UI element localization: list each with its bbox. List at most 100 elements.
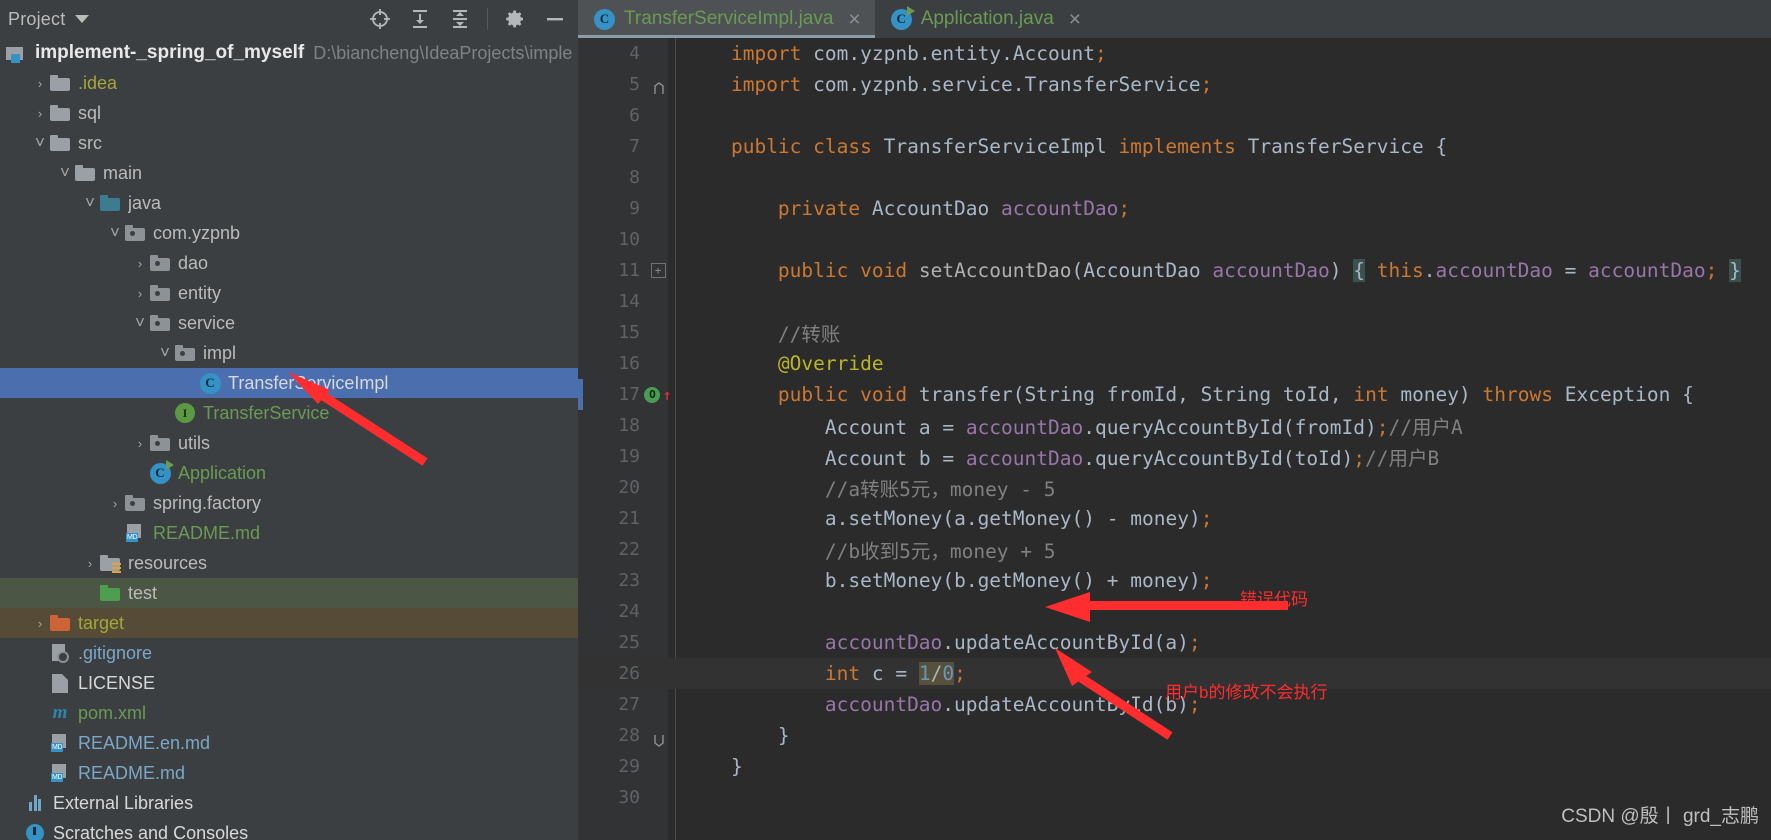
- code-line[interactable]: 11 + public void setAccountDao(AccountDao…: [578, 255, 1771, 286]
- line-number: 26: [618, 663, 640, 684]
- line-number: 9: [629, 198, 640, 219]
- chevron-right-icon[interactable]: ›: [31, 616, 49, 631]
- tree-row-service[interactable]: ˅ service: [0, 308, 578, 338]
- code-line[interactable]: 22 //b收到5元，money + 5: [578, 534, 1771, 565]
- gear-icon[interactable]: [502, 6, 528, 32]
- code-editor[interactable]: 4 import com.yzpnb.entity.Account; 5 impo…: [578, 38, 1771, 840]
- code-line[interactable]: 10: [578, 224, 1771, 255]
- tree-row-entity[interactable]: › entity: [0, 278, 578, 308]
- code-line[interactable]: 17 O ↑ public void transfer(String fromId,…: [578, 379, 1771, 410]
- file-icon: [49, 673, 71, 693]
- code-line[interactable]: 25 accountDao.updateAccountById(a);: [578, 627, 1771, 658]
- tree-row-readme-md[interactable]: MD README.md: [0, 518, 578, 548]
- chevron-right-icon[interactable]: ›: [131, 436, 149, 451]
- project-panel-title[interactable]: Project: [8, 9, 65, 30]
- chevron-right-icon[interactable]: ›: [131, 286, 149, 301]
- code-line[interactable]: 28 }: [578, 720, 1771, 751]
- tree-row-external-libraries[interactable]: External Libraries: [0, 788, 578, 818]
- code-line[interactable]: 7 public class TransferServiceImpl imple…: [578, 131, 1771, 162]
- gutter-marker[interactable]: O ↑: [640, 386, 676, 404]
- fold-region-end-icon[interactable]: [653, 729, 664, 747]
- code-line[interactable]: 21 a.setMoney(a.getMoney() - money);: [578, 503, 1771, 534]
- code-line[interactable]: 16 @Override: [578, 348, 1771, 379]
- code-text: b.setMoney(b.getMoney() + money);: [824, 569, 1213, 592]
- gutter-marker[interactable]: [640, 729, 676, 747]
- tree-row-spring-factory[interactable]: › spring.factory: [0, 488, 578, 518]
- tree-row-utils[interactable]: › utils: [0, 428, 578, 458]
- code-line[interactable]: 4 import com.yzpnb.entity.Account;: [578, 38, 1771, 69]
- tree-row-resources[interactable]: › resources: [0, 548, 578, 578]
- toolbar-divider: [487, 8, 488, 30]
- project-root-path: D:\biancheng\IdeaProjects\imple: [313, 42, 573, 63]
- tree-row-readme-en-md[interactable]: MD README.en.md: [0, 728, 578, 758]
- tree-row-pom-xml[interactable]: m pom.xml: [0, 698, 578, 728]
- tree-row-transferservice[interactable]: I TransferService: [0, 398, 578, 428]
- tree-row-application[interactable]: C Application: [0, 458, 578, 488]
- code-text: accountDao.updateAccountById(a);: [824, 631, 1201, 654]
- code-line[interactable]: 6: [578, 100, 1771, 131]
- chevron-down-icon[interactable]: ˅: [56, 164, 74, 181]
- chevron-right-icon[interactable]: ›: [106, 496, 124, 511]
- chevron-right-icon[interactable]: ›: [31, 76, 49, 91]
- tree-row-test[interactable]: test: [0, 578, 578, 608]
- tree-row-transferserviceimpl[interactable]: C TransferServiceImpl: [0, 368, 578, 398]
- code-line[interactable]: 18 Account a = accountDao.queryAccountBy…: [578, 410, 1771, 441]
- chevron-right-icon[interactable]: ›: [81, 556, 99, 571]
- minimize-icon[interactable]: [542, 6, 568, 32]
- expand-all-icon[interactable]: [407, 6, 433, 32]
- tree-item-label: java: [128, 192, 162, 213]
- fold-region-start-icon[interactable]: [653, 78, 664, 94]
- close-icon[interactable]: ×: [848, 9, 860, 30]
- tree-item-label: Scratches and Consoles: [53, 822, 249, 840]
- tree-row-main[interactable]: ˅ main: [0, 158, 578, 188]
- collapse-all-icon[interactable]: [447, 6, 473, 32]
- tree-row-java[interactable]: ˅ java: [0, 188, 578, 218]
- chevron-down-icon[interactable]: ˅: [81, 194, 99, 211]
- code-line[interactable]: 19 Account b = accountDao.queryAccountBy…: [578, 441, 1771, 472]
- chevron-down-icon[interactable]: ˅: [106, 224, 124, 241]
- chevron-down-icon[interactable]: ˅: [31, 134, 49, 151]
- tree-item-label: pom.xml: [78, 702, 147, 723]
- code-text: int c = 1/0;: [824, 662, 966, 685]
- close-icon[interactable]: ×: [1069, 9, 1081, 30]
- tree-row-gitignore[interactable]: .gitignore: [0, 638, 578, 668]
- code-line[interactable]: 20 //a转账5元，money - 5: [578, 472, 1771, 503]
- expand-fold-icon[interactable]: +: [650, 263, 666, 278]
- tree-row-project-root[interactable]: implement-_spring_of_myself D:\biancheng…: [0, 38, 578, 68]
- code-line[interactable]: 29 }: [578, 751, 1771, 782]
- override-method-icon[interactable]: O: [644, 386, 661, 403]
- code-line[interactable]: 14: [578, 286, 1771, 317]
- code-line[interactable]: 5 import com.yzpnb.service.TransferServi…: [578, 69, 1771, 100]
- gutter-marker[interactable]: [640, 78, 676, 94]
- code-line[interactable]: 15 //转账: [578, 317, 1771, 348]
- gutter-marker[interactable]: +: [640, 263, 676, 278]
- editor-tab-application[interactable]: C Application.java ×: [875, 0, 1095, 38]
- implements-arrow-icon[interactable]: ↑: [662, 386, 671, 404]
- chevron-right-icon[interactable]: ›: [31, 106, 49, 121]
- code-line[interactable]: 8: [578, 162, 1771, 193]
- tree-row-src[interactable]: ˅ src: [0, 128, 578, 158]
- code-line[interactable]: 24: [578, 596, 1771, 627]
- chevron-right-icon[interactable]: ›: [131, 256, 149, 271]
- chevron-down-icon[interactable]: ˅: [131, 314, 149, 331]
- tree-row-com-yzpnb[interactable]: ˅ com.yzpnb: [0, 218, 578, 248]
- locate-target-icon[interactable]: [367, 6, 393, 32]
- tree-row-sql[interactable]: › sql: [0, 98, 578, 128]
- code-lines[interactable]: 4 import com.yzpnb.entity.Account; 5 impo…: [578, 38, 1771, 840]
- project-tree-panel[interactable]: implement-_spring_of_myself D:\biancheng…: [0, 38, 578, 840]
- tree-item-label: src: [78, 132, 102, 153]
- tree-row-impl[interactable]: ˅ impl: [0, 338, 578, 368]
- editor-tab-transferserviceimpl[interactable]: C TransferServiceImpl.java ×: [578, 0, 875, 38]
- tree-row-target[interactable]: › target: [0, 608, 578, 638]
- chevron-down-icon[interactable]: ˅: [156, 344, 174, 361]
- code-line[interactable]: 9 private AccountDao accountDao;: [578, 193, 1771, 224]
- top-bar: Project C TransferServiceImpl.java × C A…: [0, 0, 1771, 38]
- tree-row-dao[interactable]: › dao: [0, 248, 578, 278]
- tree-row-license[interactable]: LICENSE: [0, 668, 578, 698]
- markdown-file-icon: MD: [124, 524, 146, 542]
- tree-row-scratches-and-consoles[interactable]: Scratches and Consoles: [0, 818, 578, 840]
- tree-row-idea[interactable]: › .idea: [0, 68, 578, 98]
- chevron-down-icon[interactable]: [75, 15, 90, 23]
- tree-row-readme-md[interactable]: MD README.md: [0, 758, 578, 788]
- code-line[interactable]: 23 b.setMoney(b.getMoney() + money);: [578, 565, 1771, 596]
